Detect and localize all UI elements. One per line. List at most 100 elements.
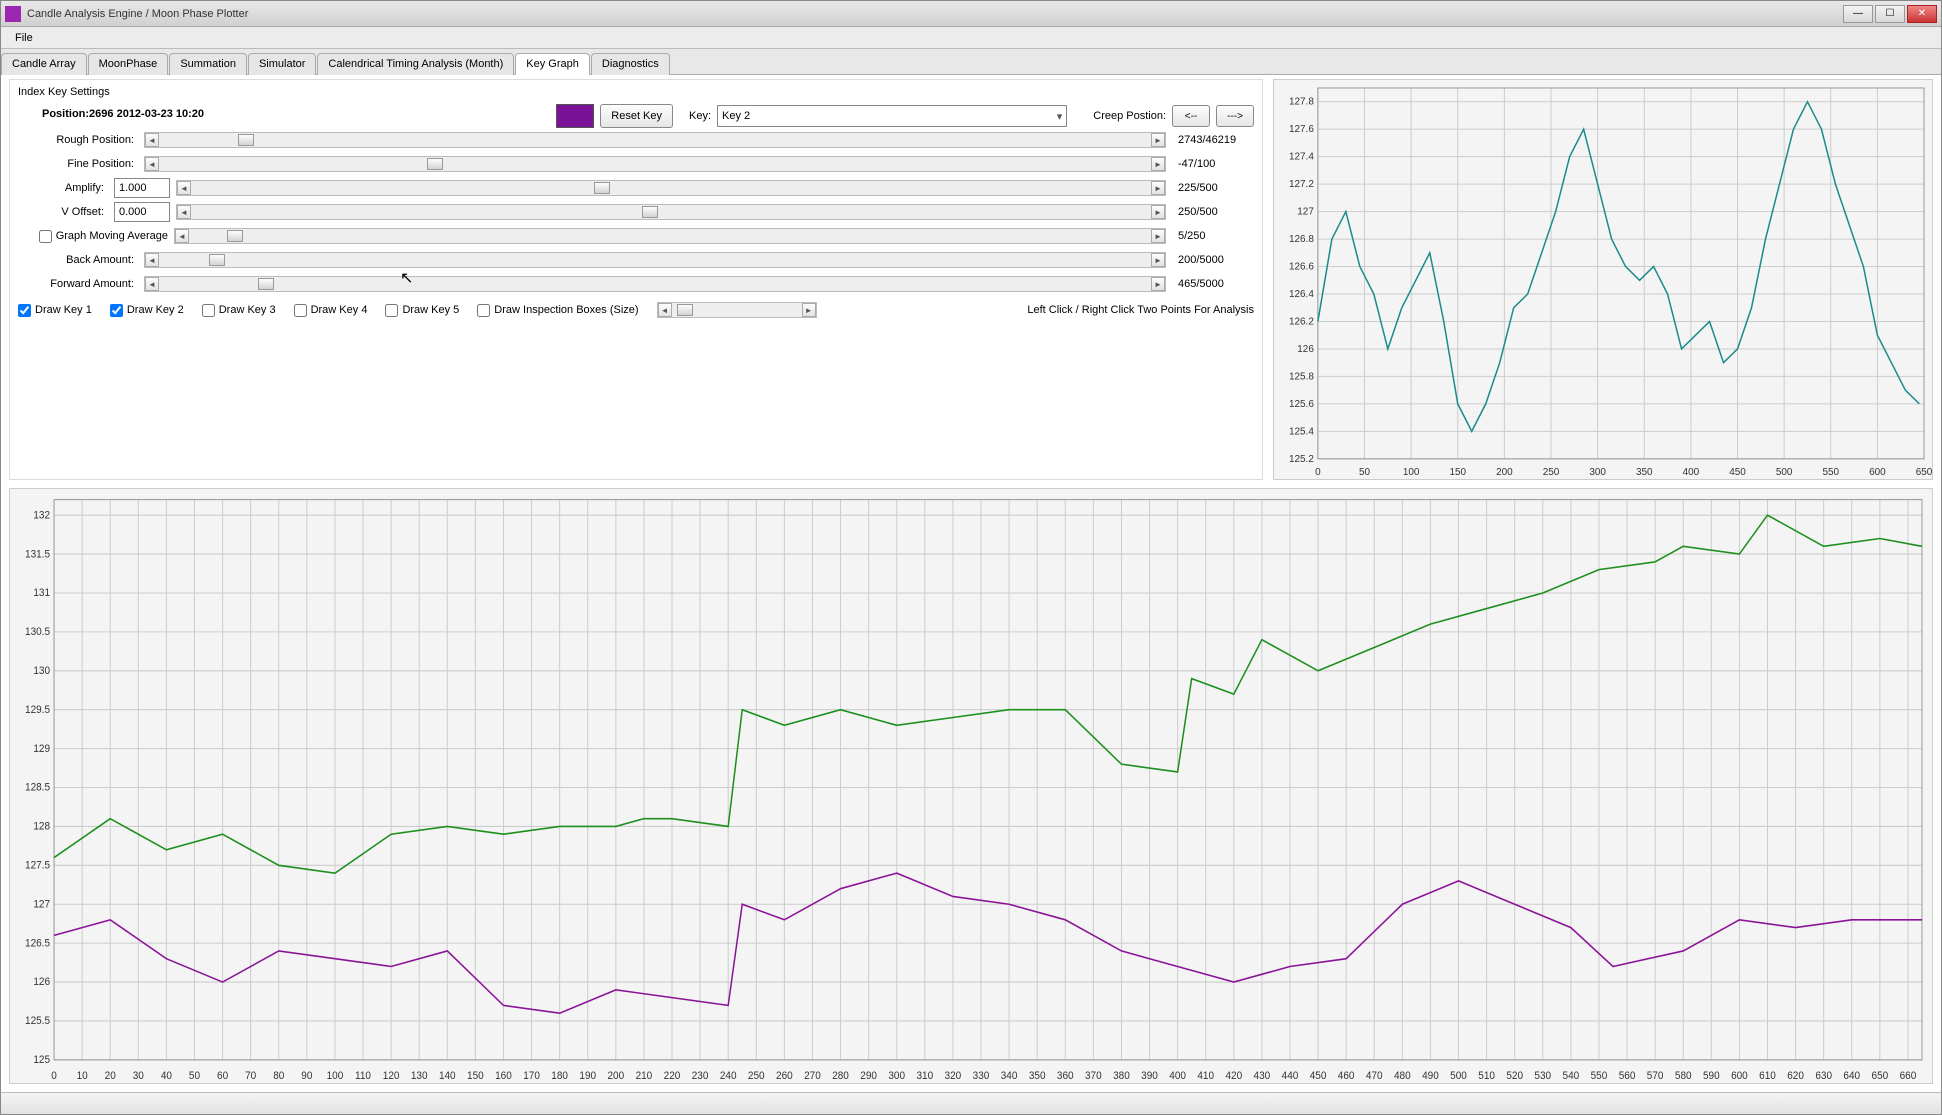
tab-moonphase[interactable]: MoonPhase <box>88 53 169 75</box>
back-amount-slider[interactable]: ◄ ► <box>144 252 1166 268</box>
tab-key-graph[interactable]: Key Graph <box>515 53 590 75</box>
svg-text:170: 170 <box>523 1071 540 1082</box>
svg-text:129: 129 <box>33 743 50 754</box>
svg-text:640: 640 <box>1843 1071 1860 1082</box>
chevron-left-icon[interactable]: ◄ <box>145 253 159 267</box>
gma-value: 5/250 <box>1178 230 1254 242</box>
chevron-right-icon[interactable]: ► <box>1151 277 1165 291</box>
svg-text:510: 510 <box>1478 1071 1495 1082</box>
svg-text:420: 420 <box>1225 1071 1242 1082</box>
svg-text:130.5: 130.5 <box>25 627 50 638</box>
svg-text:340: 340 <box>1001 1071 1018 1082</box>
tab-summation[interactable]: Summation <box>169 53 247 75</box>
svg-text:125.8: 125.8 <box>1289 371 1314 382</box>
amplify-slider[interactable]: ◄ ► <box>176 180 1166 196</box>
svg-text:100: 100 <box>327 1071 344 1082</box>
rough-position-slider[interactable]: ◄ ► <box>144 132 1166 148</box>
chevron-right-icon[interactable]: ► <box>802 303 816 317</box>
chevron-left-icon[interactable]: ◄ <box>177 205 191 219</box>
draw-key-draw-key-5[interactable]: Draw Key 5 <box>385 304 459 317</box>
chevron-left-icon[interactable]: ◄ <box>145 277 159 291</box>
svg-text:520: 520 <box>1506 1071 1523 1082</box>
app-icon <box>5 6 21 22</box>
amplify-input[interactable] <box>114 178 170 198</box>
tab-candle-array[interactable]: Candle Array <box>1 53 87 75</box>
gma-slider[interactable]: ◄ ► <box>174 228 1166 244</box>
voffset-label: V Offset: <box>18 206 108 218</box>
svg-text:132: 132 <box>33 510 50 521</box>
svg-text:129.5: 129.5 <box>25 704 50 715</box>
chevron-right-icon[interactable]: ► <box>1151 133 1165 147</box>
svg-text:126.8: 126.8 <box>1289 234 1314 245</box>
voffset-slider[interactable]: ◄ ► <box>176 204 1166 220</box>
svg-text:60: 60 <box>217 1071 228 1082</box>
chevron-left-icon[interactable]: ◄ <box>175 229 189 243</box>
chevron-left-icon[interactable]: ◄ <box>145 133 159 147</box>
checkbox[interactable] <box>385 304 398 317</box>
checkbox[interactable] <box>110 304 123 317</box>
svg-text:20: 20 <box>105 1071 116 1082</box>
tab-calendrical-timing-analysis-month-[interactable]: Calendrical Timing Analysis (Month) <box>317 53 514 75</box>
tab-simulator[interactable]: Simulator <box>248 53 316 75</box>
chevron-left-icon[interactable]: ◄ <box>177 181 191 195</box>
svg-text:125: 125 <box>33 1055 50 1066</box>
svg-text:160: 160 <box>495 1071 512 1082</box>
fine-position-slider[interactable]: ◄ ► <box>144 156 1166 172</box>
svg-text:128: 128 <box>33 821 50 832</box>
gma-checkbox[interactable] <box>39 230 52 243</box>
creep-back-button[interactable]: <-- <box>1172 105 1210 127</box>
draw-key-draw-key-4[interactable]: Draw Key 4 <box>294 304 368 317</box>
draw-key-draw-key-1[interactable]: Draw Key 1 <box>18 304 92 317</box>
draw-key-draw-key-3[interactable]: Draw Key 3 <box>202 304 276 317</box>
draw-key-draw-inspection-boxes-size-[interactable]: Draw Inspection Boxes (Size) <box>477 304 638 317</box>
svg-text:280: 280 <box>832 1071 849 1082</box>
key-color-swatch[interactable] <box>556 104 594 128</box>
checkbox[interactable] <box>294 304 307 317</box>
voffset-input[interactable] <box>114 202 170 222</box>
key-select[interactable]: Key 2 <box>717 105 1067 127</box>
small-chart[interactable]: 0501001502002503003504004505005506006501… <box>1273 79 1933 480</box>
reset-key-button[interactable]: Reset Key <box>600 104 673 128</box>
creep-forward-button[interactable]: ---> <box>1216 105 1254 127</box>
checkbox-label: Draw Key 1 <box>35 304 92 316</box>
checkbox[interactable] <box>18 304 31 317</box>
chevron-right-icon[interactable]: ► <box>1151 181 1165 195</box>
chevron-left-icon[interactable]: ◄ <box>145 157 159 171</box>
svg-text:150: 150 <box>467 1071 484 1082</box>
key-label: Key: <box>689 110 711 122</box>
big-chart[interactable]: 0102030405060708090100110120130140150160… <box>9 488 1933 1084</box>
svg-text:320: 320 <box>945 1071 962 1082</box>
svg-text:500: 500 <box>1450 1071 1467 1082</box>
svg-text:440: 440 <box>1282 1071 1299 1082</box>
status-bar <box>1 1092 1941 1114</box>
checkbox-label: Draw Key 5 <box>402 304 459 316</box>
chevron-right-icon[interactable]: ► <box>1151 253 1165 267</box>
forward-amount-slider[interactable]: ◄ ► <box>144 276 1166 292</box>
voffset-value: 250/500 <box>1178 206 1254 218</box>
svg-text:540: 540 <box>1563 1071 1580 1082</box>
tab-diagnostics[interactable]: Diagnostics <box>591 53 670 75</box>
settings-title: Index Key Settings <box>18 86 1254 98</box>
inspection-size-slider[interactable]: ◄ ► <box>657 302 817 318</box>
checkbox[interactable] <box>477 304 490 317</box>
checkbox[interactable] <box>202 304 215 317</box>
minimize-button[interactable]: — <box>1843 5 1873 23</box>
menu-file[interactable]: File <box>7 30 41 46</box>
svg-text:180: 180 <box>551 1071 568 1082</box>
amplify-label: Amplify: <box>18 182 108 194</box>
close-button[interactable]: ✕ <box>1907 5 1937 23</box>
svg-text:128.5: 128.5 <box>25 782 50 793</box>
maximize-button[interactable]: ☐ <box>1875 5 1905 23</box>
chevron-right-icon[interactable]: ► <box>1151 157 1165 171</box>
forward-amount-label: Forward Amount: <box>18 278 138 290</box>
svg-text:30: 30 <box>133 1071 144 1082</box>
creep-label: Creep Postion: <box>1093 110 1166 122</box>
chevron-right-icon[interactable]: ► <box>1151 205 1165 219</box>
chevron-right-icon[interactable]: ► <box>1151 229 1165 243</box>
svg-text:560: 560 <box>1619 1071 1636 1082</box>
svg-text:50: 50 <box>189 1071 200 1082</box>
chevron-left-icon[interactable]: ◄ <box>658 303 672 317</box>
checkbox-label: Draw Inspection Boxes (Size) <box>494 304 638 316</box>
draw-key-draw-key-2[interactable]: Draw Key 2 <box>110 304 184 317</box>
svg-text:650: 650 <box>1872 1071 1889 1082</box>
